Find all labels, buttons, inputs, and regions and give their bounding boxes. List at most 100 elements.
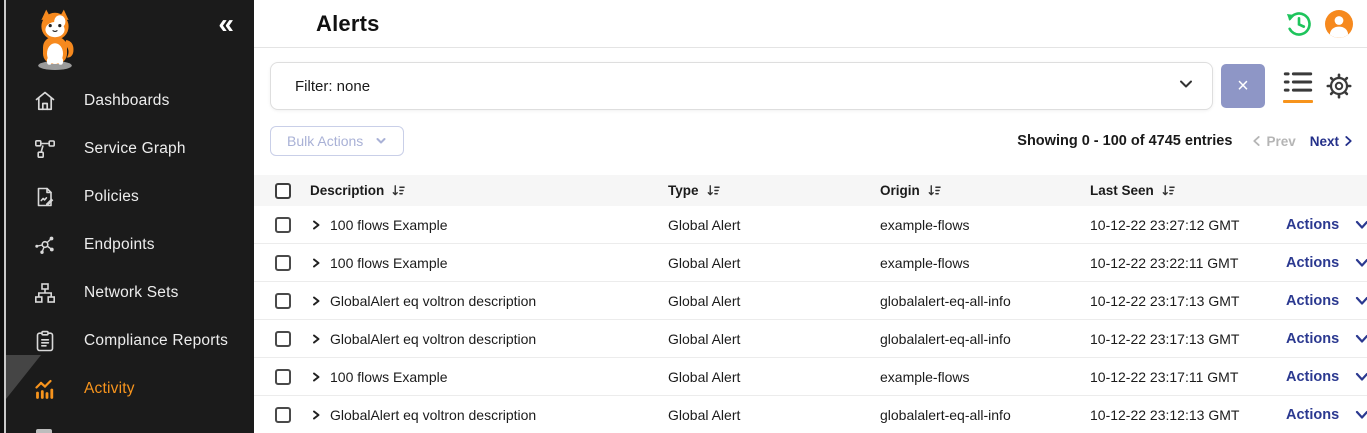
sidebar-item-partial <box>36 429 52 433</box>
chevron-down-icon <box>1355 296 1367 306</box>
sidebar-item-service-graph[interactable]: Service Graph <box>0 125 254 173</box>
sidebar-item-label: Compliance Reports <box>84 332 228 350</box>
list-view-icon[interactable] <box>1283 70 1313 103</box>
alert-type: Global Alert <box>668 331 880 347</box>
sidebar-item-compliance-reports[interactable]: Compliance Reports <box>0 317 254 365</box>
chevron-down-icon <box>1355 334 1367 344</box>
row-checkbox[interactable] <box>275 407 291 423</box>
column-header-type[interactable]: Type <box>668 183 880 198</box>
sidebar-item-label: Network Sets <box>84 284 179 302</box>
filter-select[interactable]: Filter: none <box>270 62 1213 110</box>
active-view-indicator <box>1283 100 1313 103</box>
alert-last-seen: 10-12-22 23:12:13 GMT <box>1090 407 1286 423</box>
network-sets-icon <box>32 280 58 306</box>
sort-down-icon <box>391 184 406 197</box>
alert-type: Global Alert <box>668 369 880 385</box>
alert-description: GlobalAlert eq voltron description <box>330 331 668 347</box>
prev-page-link[interactable]: Prev <box>1252 134 1295 149</box>
sidebar-collapse-button[interactable]: « <box>218 10 234 38</box>
top-bar: Alerts <box>254 0 1367 48</box>
alert-origin: example-flows <box>880 369 1090 385</box>
next-page-link[interactable]: Next <box>1310 134 1353 149</box>
sidebar-item-policies[interactable]: Policies <box>0 173 254 221</box>
sidebar-item-label: Activity <box>84 380 135 398</box>
sidebar-item-label: Service Graph <box>84 140 186 158</box>
column-header-description[interactable]: Description <box>310 183 668 198</box>
alert-description: 100 flows Example <box>330 369 668 385</box>
sidebar-item-activity[interactable]: Activity <box>0 365 254 413</box>
policies-icon <box>32 184 58 210</box>
endpoints-icon <box>32 232 58 258</box>
sort-down-icon <box>927 184 942 197</box>
compliance-reports-icon <box>32 328 58 354</box>
table-row: 100 flows Example Global Alert example-f… <box>254 206 1367 244</box>
sidebar-item-network-sets[interactable]: Network Sets <box>0 269 254 317</box>
sidebar-item-label: Policies <box>84 188 139 206</box>
table-row: 100 flows Example Global Alert example-f… <box>254 358 1367 396</box>
history-icon[interactable] <box>1285 10 1313 38</box>
actions-label: Actions <box>1286 293 1339 309</box>
chevron-down-icon <box>1355 220 1367 230</box>
alert-last-seen: 10-12-22 23:22:11 GMT <box>1090 255 1286 271</box>
user-avatar-icon[interactable] <box>1325 10 1353 38</box>
row-actions-button[interactable]: Actions <box>1286 217 1367 233</box>
column-header-last-seen[interactable]: Last Seen <box>1090 183 1286 198</box>
row-actions-button[interactable]: Actions <box>1286 293 1367 309</box>
expand-row-icon[interactable] <box>310 257 330 269</box>
expand-row-icon[interactable] <box>310 333 330 345</box>
column-header-origin[interactable]: Origin <box>880 183 1090 198</box>
row-actions-button[interactable]: Actions <box>1286 407 1367 423</box>
alert-type: Global Alert <box>668 407 880 423</box>
chevron-down-icon <box>1355 372 1367 382</box>
alert-origin: example-flows <box>880 255 1090 271</box>
actions-label: Actions <box>1286 369 1339 385</box>
chevron-down-icon <box>1355 258 1367 268</box>
alert-last-seen: 10-12-22 23:17:11 GMT <box>1090 369 1286 385</box>
clear-filter-button[interactable]: × <box>1221 64 1265 108</box>
row-checkbox[interactable] <box>275 255 291 271</box>
filter-row: Filter: none × <box>270 62 1353 110</box>
alert-last-seen: 10-12-22 23:27:12 GMT <box>1090 217 1286 233</box>
hamburger-icon[interactable] <box>274 15 298 32</box>
expand-row-icon[interactable] <box>310 295 330 307</box>
actions-label: Actions <box>1286 407 1339 423</box>
chevron-down-icon <box>1178 76 1194 97</box>
toolbar: Bulk Actions Showing 0 - 100 of 4745 ent… <box>270 126 1353 156</box>
chevron-right-icon <box>1344 135 1353 147</box>
app-window: « Dashboards <box>0 0 1367 433</box>
row-checkbox[interactable] <box>275 331 291 347</box>
expand-row-icon[interactable] <box>310 219 330 231</box>
expand-row-icon[interactable] <box>310 409 330 421</box>
row-checkbox[interactable] <box>275 217 291 233</box>
left-edge-strip <box>0 0 6 433</box>
sort-down-icon <box>706 184 721 197</box>
alert-description: 100 flows Example <box>330 217 668 233</box>
alert-origin: globalalert-eq-all-info <box>880 293 1090 309</box>
settings-gear-icon[interactable] <box>1325 72 1353 100</box>
actions-label: Actions <box>1286 255 1339 271</box>
alert-origin: globalalert-eq-all-info <box>880 407 1090 423</box>
alert-description: 100 flows Example <box>330 255 668 271</box>
sidebar: « Dashboards <box>0 0 254 433</box>
bulk-actions-button[interactable]: Bulk Actions <box>270 126 404 156</box>
filter-value: Filter: none <box>295 78 370 95</box>
row-actions-button[interactable]: Actions <box>1286 369 1367 385</box>
pagination: Prev Next <box>1252 134 1353 149</box>
alert-last-seen: 10-12-22 23:17:13 GMT <box>1090 331 1286 347</box>
sidebar-item-dashboards[interactable]: Dashboards <box>0 77 254 125</box>
chevron-down-icon <box>1355 410 1367 420</box>
alerts-table: Description Type Origin Last Seen <box>254 175 1367 433</box>
row-actions-button[interactable]: Actions <box>1286 331 1367 347</box>
sidebar-item-label: Dashboards <box>84 92 170 110</box>
home-icon <box>32 88 58 114</box>
select-all-checkbox[interactable] <box>275 183 291 199</box>
row-actions-button[interactable]: Actions <box>1286 255 1367 271</box>
row-checkbox[interactable] <box>275 369 291 385</box>
alert-last-seen: 10-12-22 23:17:13 GMT <box>1090 293 1286 309</box>
sidebar-item-label: Endpoints <box>84 236 155 254</box>
actions-label: Actions <box>1286 217 1339 233</box>
expand-row-icon[interactable] <box>310 371 330 383</box>
table-header-row: Description Type Origin Last Seen <box>254 175 1367 206</box>
sidebar-item-endpoints[interactable]: Endpoints <box>0 221 254 269</box>
row-checkbox[interactable] <box>275 293 291 309</box>
